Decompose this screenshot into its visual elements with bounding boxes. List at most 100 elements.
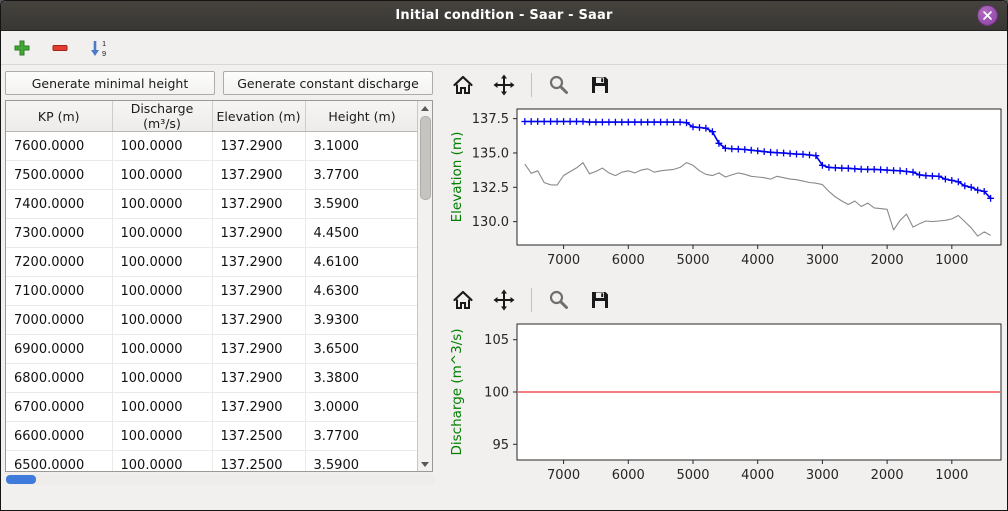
y-tick-label: 132.5 (472, 181, 509, 196)
table-cell[interactable]: 4.4500 (305, 219, 417, 248)
table-cell[interactable]: 4.6100 (305, 248, 417, 277)
zoom-button[interactable] (545, 71, 573, 99)
kp-table-wrap: KP (m)Discharge (m³/s)Elevation (m)Heigh… (5, 100, 433, 472)
table-cell[interactable]: 137.2900 (212, 306, 305, 335)
vertical-scrollbar-thumb[interactable] (420, 116, 431, 200)
save-button[interactable] (586, 71, 614, 99)
table-row: 7400.0000100.0000137.29003.5900 (6, 190, 417, 219)
table-cell[interactable]: 137.2900 (212, 364, 305, 393)
x-tick-label: 3000 (806, 253, 839, 268)
table-row: 7600.0000100.0000137.29003.1000 (6, 132, 417, 161)
table-cell[interactable]: 3.5900 (305, 451, 417, 472)
table-cell[interactable]: 7400.0000 (6, 190, 112, 219)
x-tick-label: 1000 (935, 468, 968, 483)
column-header[interactable]: Discharge (m³/s) (112, 101, 212, 132)
table-cell[interactable]: 100.0000 (112, 132, 212, 161)
save-button[interactable] (586, 286, 614, 314)
table-cell[interactable]: 100.0000 (112, 277, 212, 306)
table-cell[interactable]: 100.0000 (112, 248, 212, 277)
horizontal-scrollbar-thumb[interactable] (6, 475, 36, 484)
remove-row-button[interactable] (49, 37, 71, 59)
zoom-button[interactable] (545, 286, 573, 314)
table-cell[interactable]: 6600.0000 (6, 422, 112, 451)
horizontal-scrollbar[interactable] (5, 474, 435, 485)
table-cell[interactable]: 137.2900 (212, 219, 305, 248)
column-header[interactable]: Elevation (m) (212, 101, 305, 132)
table-row: 6600.0000100.0000137.25003.7700 (6, 422, 417, 451)
table-cell[interactable]: 7600.0000 (6, 132, 112, 161)
triangle-up-icon (421, 106, 429, 111)
table-cell[interactable]: 4.6300 (305, 277, 417, 306)
table-cell[interactable]: 100.0000 (112, 335, 212, 364)
content-area: Generate minimal height Generate constan… (1, 65, 1007, 510)
home-button[interactable] (449, 71, 477, 99)
x-tick-label: 2000 (871, 253, 904, 268)
table-cell[interactable]: 7300.0000 (6, 219, 112, 248)
generate-constant-discharge-button[interactable]: Generate constant discharge (223, 71, 433, 95)
table-cell[interactable]: 100.0000 (112, 364, 212, 393)
table-cell[interactable]: 100.0000 (112, 190, 212, 219)
table-cell[interactable]: 100.0000 (112, 451, 212, 472)
table-cell[interactable]: 3.7700 (305, 161, 417, 190)
table-cell[interactable]: 3.9300 (305, 306, 417, 335)
close-icon (982, 10, 993, 21)
table-cell[interactable]: 137.2900 (212, 277, 305, 306)
table-cell[interactable]: 137.2900 (212, 393, 305, 422)
table-cell[interactable]: 6500.0000 (6, 451, 112, 472)
table-cell[interactable]: 3.6500 (305, 335, 417, 364)
table-cell[interactable]: 3.7700 (305, 422, 417, 451)
x-tick-label: 6000 (612, 253, 645, 268)
home-button[interactable] (449, 286, 477, 314)
table-cell[interactable]: 7200.0000 (6, 248, 112, 277)
table-cell[interactable]: 100.0000 (112, 393, 212, 422)
add-row-button[interactable] (11, 37, 33, 59)
x-tick-label: 3000 (806, 468, 839, 483)
table-cell[interactable]: 137.2900 (212, 335, 305, 364)
table-cell[interactable]: 7100.0000 (6, 277, 112, 306)
x-tick-label: 1000 (935, 253, 968, 268)
pan-icon (493, 74, 515, 96)
elevation-plot[interactable]: 7000600050004000300020001000137.5135.013… (441, 101, 1007, 279)
x-tick-label: 5000 (676, 468, 709, 483)
sort-button[interactable]: 1 9 (87, 36, 111, 60)
discharge-chart-block: 700060005000400030002000100010510095Disc… (441, 284, 1007, 494)
table-header-row: KP (m)Discharge (m³/s)Elevation (m)Heigh… (6, 101, 417, 132)
table-cell[interactable]: 137.2500 (212, 422, 305, 451)
table-cell[interactable]: 6900.0000 (6, 335, 112, 364)
table-cell[interactable]: 137.2900 (212, 161, 305, 190)
pan-button[interactable] (490, 286, 518, 314)
table-cell[interactable]: 6800.0000 (6, 364, 112, 393)
close-button[interactable] (977, 5, 998, 26)
table-cell[interactable]: 100.0000 (112, 161, 212, 190)
titlebar[interactable]: Initial condition - Saar - Saar (1, 1, 1007, 31)
table-cell[interactable]: 7000.0000 (6, 306, 112, 335)
table-cell[interactable]: 100.0000 (112, 306, 212, 335)
table-cell[interactable]: 137.2900 (212, 132, 305, 161)
x-tick-label: 6000 (612, 468, 645, 483)
remove-icon (51, 39, 69, 57)
generate-minimal-height-button[interactable]: Generate minimal height (5, 71, 215, 95)
table-cell[interactable]: 6700.0000 (6, 393, 112, 422)
pan-icon (493, 289, 515, 311)
y-axis-label: Elevation (m) (449, 132, 465, 223)
scroll-up-button[interactable] (418, 101, 432, 115)
y-tick-label: 95 (492, 438, 509, 453)
table-cell[interactable]: 7500.0000 (6, 161, 112, 190)
table-cell[interactable]: 137.2500 (212, 451, 305, 472)
column-header[interactable]: Height (m) (305, 101, 417, 132)
sort-icon: 1 9 (89, 38, 109, 58)
table-cell[interactable]: 100.0000 (112, 422, 212, 451)
table-cell[interactable]: 137.2900 (212, 248, 305, 277)
table-cell[interactable]: 100.0000 (112, 219, 212, 248)
discharge-plot[interactable]: 700060005000400030002000100010510095Disc… (441, 316, 1007, 494)
scroll-down-button[interactable] (418, 457, 432, 471)
pan-button[interactable] (490, 71, 518, 99)
save-icon (589, 74, 611, 96)
column-header[interactable]: KP (m) (6, 101, 112, 132)
table-cell[interactable]: 3.1000 (305, 132, 417, 161)
table-cell[interactable]: 3.3800 (305, 364, 417, 393)
table-cell[interactable]: 3.0000 (305, 393, 417, 422)
table-cell[interactable]: 3.5900 (305, 190, 417, 219)
vertical-scrollbar[interactable] (417, 101, 432, 471)
table-cell[interactable]: 137.2900 (212, 190, 305, 219)
